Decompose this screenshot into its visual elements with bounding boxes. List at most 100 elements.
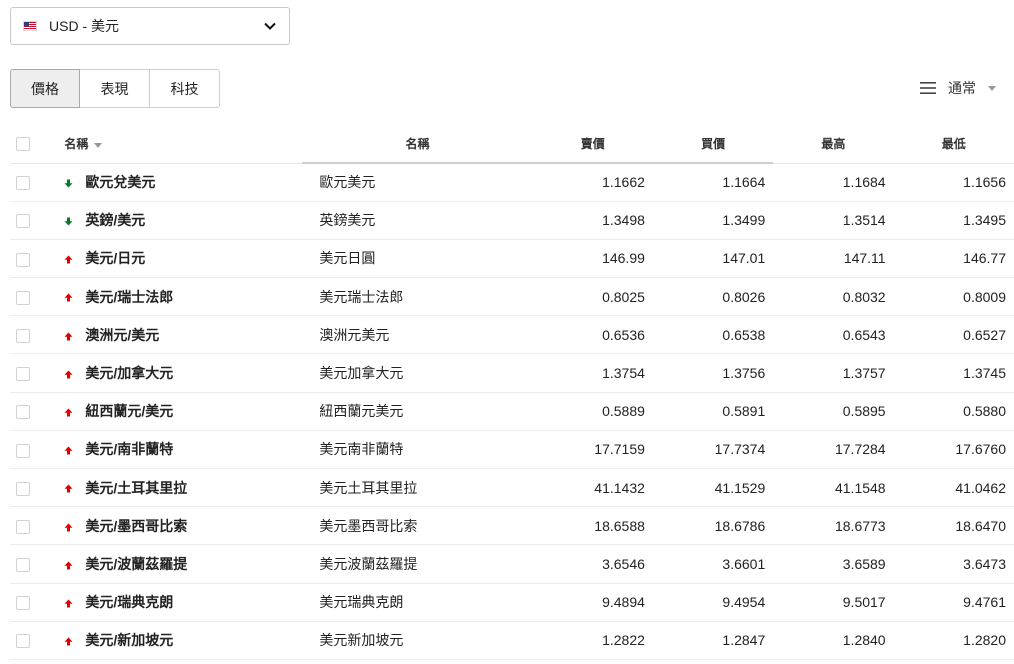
symbol-cell[interactable]: 英鎊/美元 [55, 201, 302, 239]
symbol-cell[interactable]: 歐元兌美元 [55, 163, 302, 201]
low-cell: 1.3745 [963, 365, 1006, 382]
row-checkbox[interactable] [16, 634, 30, 649]
row-checkbox[interactable] [16, 443, 30, 458]
ask-cell: 9.4954 [722, 594, 766, 611]
header-high[interactable]: 最高 [773, 125, 894, 164]
row-checkbox[interactable] [16, 328, 30, 343]
us-flag-icon [23, 21, 37, 31]
row-checkbox[interactable] [16, 519, 30, 534]
table-row[interactable]: 美元/波蘭茲羅提 美元波蘭茲羅提 3.6546 3.6601 3.6589 3.6473 [10, 545, 1014, 584]
row-select-cell[interactable] [10, 621, 55, 659]
symbol-cell[interactable]: 美元/瑞典克朗 [55, 583, 302, 621]
ask-cell: 1.2847 [722, 632, 766, 649]
arrow-up-icon [64, 293, 73, 302]
row-select-cell[interactable] [10, 507, 55, 545]
table-row[interactable]: 美元/加拿大元 美元加拿大元 1.3754 1.3756 1.3757 1.3745 [10, 354, 1014, 393]
sort-caret-icon[interactable] [94, 142, 103, 148]
symbol-link[interactable]: 澳洲元/美元 [85, 327, 159, 343]
symbol-cell[interactable]: 美元/土耳其里拉 [55, 469, 302, 507]
symbol-cell[interactable]: 美元/墨西哥比索 [55, 507, 302, 545]
symbol-link[interactable]: 美元/瑞士法郎 [85, 289, 173, 305]
row-select-cell[interactable] [10, 430, 55, 468]
low-cell: 9.4761 [963, 594, 1006, 611]
symbol-cell[interactable]: 紐西蘭元/美元 [55, 392, 302, 430]
table-row[interactable]: 美元/土耳其里拉 美元土耳其里拉 41.1432 41.1529 41.1548 41.0… [10, 469, 1014, 507]
symbol-cell[interactable]: 美元/加拿大元 [55, 354, 302, 392]
symbol-link[interactable]: 美元/墨西哥比索 [85, 518, 187, 534]
symbol-cell[interactable]: 美元/日元 [55, 239, 302, 277]
caret-down-icon [988, 85, 996, 91]
symbol-link[interactable]: 歐元兌美元 [85, 174, 155, 190]
table-row[interactable]: 美元/南非蘭特 美元南非蘭特 17.7159 17.7374 17.7284 17.676… [10, 430, 1014, 469]
row-select-cell[interactable] [10, 354, 55, 392]
symbol-cell[interactable]: 美元/瑞士法郎 [55, 278, 302, 316]
symbol-link[interactable]: 紐西蘭元/美元 [85, 403, 173, 419]
symbol-link[interactable]: 美元/加拿大元 [85, 365, 173, 381]
symbol-link[interactable]: 美元/南非蘭特 [85, 441, 173, 457]
currency-select[interactable]: USD - 美元 [10, 7, 290, 45]
symbol-link[interactable]: 美元/土耳其里拉 [85, 480, 187, 496]
header-divider [302, 161, 533, 164]
table-row[interactable]: 美元/瑞士法郎 美元瑞士法郎 0.8025 0.8026 0.8032 0.8009 [10, 278, 1014, 316]
tab-performance[interactable]: 表現 [80, 69, 150, 108]
row-checkbox[interactable] [16, 558, 30, 573]
tab-technical[interactable]: 科技 [150, 69, 220, 108]
table-row[interactable]: 美元/瑞典克朗 美元瑞典克朗 9.4894 9.4954 9.5017 9.4761 [10, 583, 1014, 622]
header-symbol[interactable]: 名稱 [55, 125, 303, 164]
row-select-cell[interactable] [10, 545, 55, 583]
low-cell: 0.6527 [963, 326, 1006, 343]
row-checkbox[interactable] [16, 596, 30, 611]
table-row[interactable]: 美元/日元 美元日圓 146.99 147.01 147.11 146.77 [10, 239, 1014, 278]
header-description[interactable]: 名稱 [302, 125, 533, 164]
table-row[interactable]: 美元/新加坡元 美元新加坡元 1.2822 1.2847 1.2840 1.2820 [10, 621, 1014, 660]
symbol-link[interactable]: 英鎊/美元 [85, 212, 145, 228]
row-checkbox[interactable] [16, 367, 30, 382]
row-checkbox[interactable] [16, 290, 30, 305]
row-select-cell[interactable] [10, 392, 55, 430]
table-row[interactable]: 歐元兌美元 歐元美元 1.1662 1.1664 1.1684 1.1656 [10, 163, 1014, 202]
header-low[interactable]: 最低 [893, 125, 1014, 164]
row-checkbox[interactable] [16, 214, 30, 229]
description-cell: 美元日圓 [319, 250, 376, 267]
row-select-cell[interactable] [10, 469, 55, 507]
row-checkbox[interactable] [16, 481, 30, 496]
row-checkbox[interactable] [16, 176, 30, 191]
tab-price[interactable]: 價格 [10, 69, 80, 108]
description-cell: 美元瑞典克朗 [319, 594, 404, 611]
row-select-cell[interactable] [10, 316, 55, 354]
description-cell: 美元新加坡元 [319, 632, 404, 649]
ask-cell: 18.6786 [714, 517, 766, 534]
row-select-cell[interactable] [10, 239, 55, 277]
header-ask[interactable]: 買價 [652, 125, 774, 164]
table-row[interactable]: 澳洲元/美元 澳洲元美元 0.6536 0.6538 0.6543 0.6527 [10, 316, 1014, 354]
symbol-cell[interactable]: 美元/新加坡元 [55, 621, 302, 659]
symbol-cell[interactable]: 美元/南非蘭特 [55, 430, 302, 468]
header-bid[interactable]: 賣價 [532, 125, 653, 164]
row-select-cell[interactable] [10, 278, 55, 316]
table-row[interactable]: 紐西蘭元/美元 紐西蘭元美元 0.5889 0.5891 0.5895 0.5880 [10, 392, 1014, 431]
symbol-link[interactable]: 美元/波蘭茲羅提 [85, 556, 187, 572]
symbol-link[interactable]: 美元/新加坡元 [85, 632, 173, 648]
table-row[interactable]: 英鎊/美元 英鎊美元 1.3498 1.3499 1.3514 1.3495 [10, 201, 1014, 240]
row-select-cell[interactable] [10, 583, 55, 621]
symbol-link[interactable]: 美元/日元 [85, 250, 145, 266]
row-select-cell[interactable] [10, 201, 55, 239]
symbol-cell[interactable]: 美元/波蘭茲羅提 [55, 545, 302, 583]
row-checkbox[interactable] [16, 252, 30, 267]
header-divider [532, 161, 653, 164]
row-checkbox[interactable] [16, 405, 30, 420]
bid-cell: 1.1662 [602, 174, 645, 191]
symbol-link[interactable]: 美元/瑞典克朗 [85, 594, 173, 610]
bid-cell: 3.6546 [602, 555, 645, 572]
table-row[interactable]: 美元/墨西哥比索 美元墨西哥比索 18.6588 18.6786 18.6773 18.6… [10, 507, 1014, 545]
symbol-cell[interactable]: 澳洲元/美元 [55, 316, 302, 354]
bid-cell: 17.7159 [594, 441, 645, 458]
view-mode-dropdown[interactable]: 通常 [920, 78, 996, 98]
ask-cell: 1.1664 [722, 174, 766, 191]
header-select-all[interactable] [10, 125, 56, 164]
row-select-cell[interactable] [10, 163, 55, 201]
arrow-up-icon [64, 484, 73, 493]
ask-cell: 1.3756 [722, 365, 766, 382]
high-cell: 147.11 [843, 250, 886, 267]
select-all-checkbox[interactable] [16, 137, 30, 152]
